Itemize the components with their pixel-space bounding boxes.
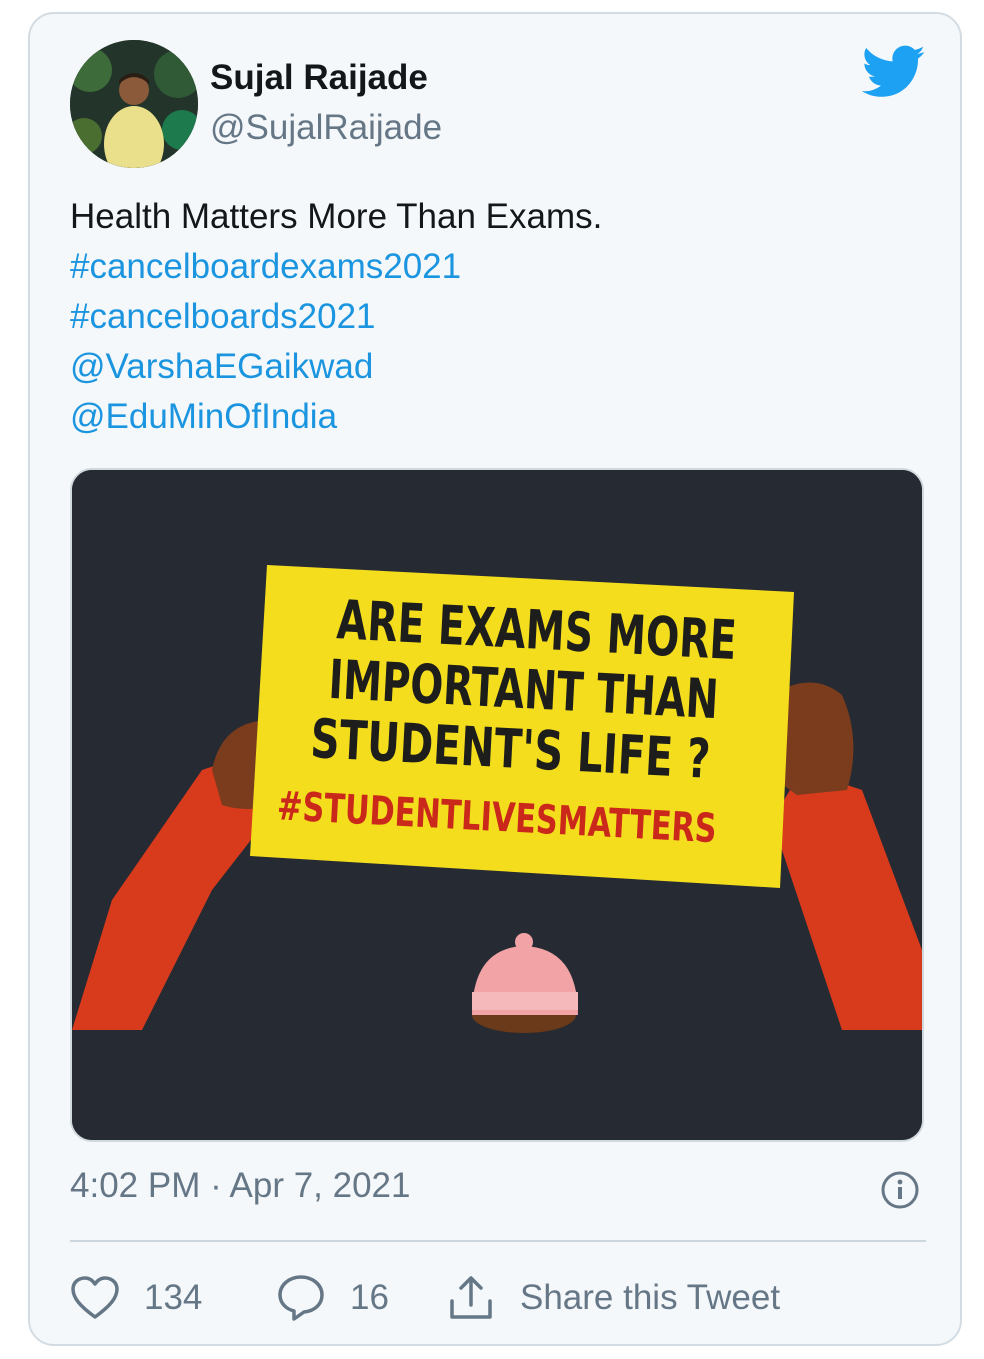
hashtag-link[interactable]: #cancelboards2021 [70,292,930,342]
author-name[interactable]: Sujal Raijade [210,58,428,98]
like-button[interactable]: 134 [70,1268,202,1328]
twitter-bird-icon[interactable] [862,44,926,100]
hashtag-link[interactable]: #cancelboardexams2021 [70,242,930,292]
share-icon [450,1276,492,1319]
tweet-text: Health Matters More Than Exams. #cancelb… [70,192,930,442]
divider [70,1240,926,1242]
tweet-body: Health Matters More Than Exams. [70,197,603,236]
tweet-media-image[interactable]: ARE EXAMS MORE IMPORTANT THAN STUDENT'S … [70,468,924,1142]
share-button[interactable]: Share this Tweet [446,1268,780,1328]
share-label: Share this Tweet [520,1278,781,1317]
info-icon[interactable] [880,1170,920,1210]
mention-link[interactable]: @EduMinOfIndia [70,392,930,442]
tweet-card[interactable]: Sujal Raijade @SujalRaijade Health Matte… [28,12,962,1346]
reply-count: 16 [350,1278,389,1317]
mention-link[interactable]: @VarshaEGaikwad [70,342,930,392]
heart-icon [71,1276,119,1319]
author-avatar[interactable] [70,40,198,168]
reply-button[interactable]: 16 [276,1268,389,1328]
author-handle[interactable]: @SujalRaijade [210,108,442,148]
tweet-timestamp[interactable]: 4:02 PM · Apr 7, 2021 [70,1166,410,1206]
reply-bubble-icon [278,1275,324,1321]
tweet-actions: 134 16 Share this Tweet [70,1268,930,1328]
like-count: 134 [144,1278,203,1317]
